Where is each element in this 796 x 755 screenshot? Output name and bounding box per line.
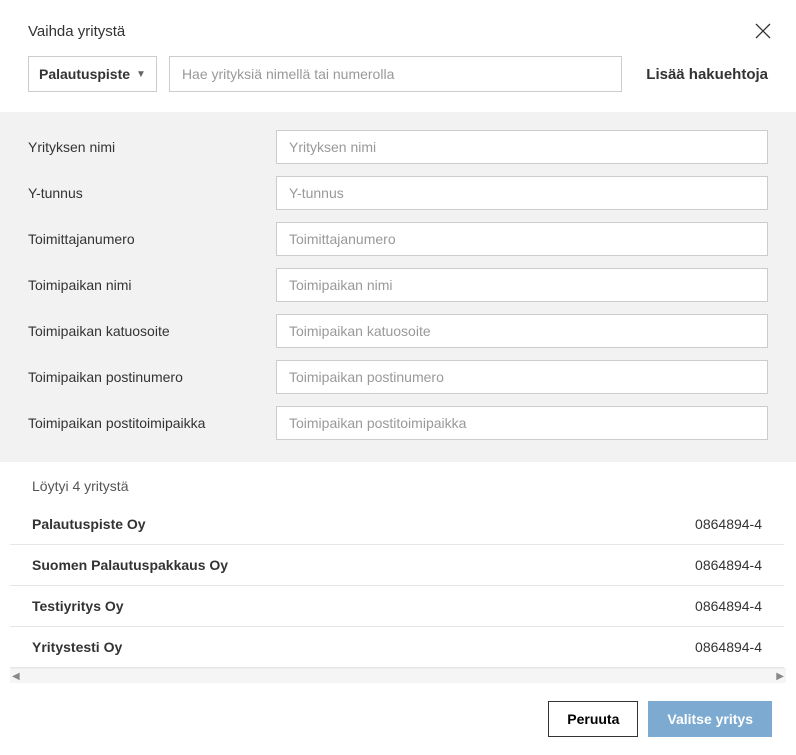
form-row: Toimipaikan postinumero	[28, 360, 768, 394]
business-id-label: Y-tunnus	[28, 185, 276, 201]
result-row[interactable]: Yritystesti Oy 0864894-4	[10, 627, 784, 668]
form-row: Toimipaikan katuosoite	[28, 314, 768, 348]
search-type-dropdown[interactable]: Palautuspiste ▼	[28, 56, 157, 92]
result-name: Suomen Palautuspakkaus Oy	[32, 557, 228, 573]
form-row: Y-tunnus	[28, 176, 768, 210]
business-id-field[interactable]	[276, 176, 768, 210]
location-address-field[interactable]	[276, 314, 768, 348]
location-postal-label: Toimipaikan postinumero	[28, 369, 276, 385]
search-input[interactable]	[169, 56, 622, 92]
location-name-label: Toimipaikan nimi	[28, 277, 276, 293]
result-name: Testiyritys Oy	[32, 598, 124, 614]
chevron-down-icon: ▼	[136, 69, 146, 80]
form-row: Toimipaikan postitoimipaikka	[28, 406, 768, 440]
location-city-label: Toimipaikan postitoimipaikka	[28, 415, 276, 431]
supplier-number-field[interactable]	[276, 222, 768, 256]
form-row: Toimittajanumero	[28, 222, 768, 256]
result-row[interactable]: Suomen Palautuspakkaus Oy 0864894-4	[10, 545, 784, 586]
company-name-field[interactable]	[276, 130, 768, 164]
result-row[interactable]: Testiyritys Oy 0864894-4	[10, 586, 784, 627]
dropdown-label: Palautuspiste	[39, 66, 130, 82]
result-id: 0864894-4	[695, 557, 762, 573]
location-postal-field[interactable]	[276, 360, 768, 394]
modal-header: Vaihda yritystä	[0, 0, 796, 56]
result-id: 0864894-4	[695, 598, 762, 614]
modal-title: Vaihda yritystä	[28, 23, 125, 40]
result-row[interactable]: Palautuspiste Oy 0864894-4	[10, 504, 784, 545]
location-city-field[interactable]	[276, 406, 768, 440]
advanced-search-form: Yrityksen nimi Y-tunnus Toimittajanumero…	[0, 112, 796, 462]
result-name: Palautuspiste Oy	[32, 516, 146, 532]
more-options-link[interactable]: Lisää hakuehtoja	[634, 66, 768, 83]
close-icon[interactable]	[754, 22, 772, 40]
cancel-button[interactable]: Peruuta	[548, 701, 638, 737]
location-name-field[interactable]	[276, 268, 768, 302]
supplier-number-label: Toimittajanumero	[28, 231, 276, 247]
search-bar: Palautuspiste ▼ Lisää hakuehtoja	[0, 56, 796, 112]
horizontal-scrollbar[interactable]: ◀ ▶	[10, 668, 786, 683]
result-name: Yritystesti Oy	[32, 639, 122, 655]
form-row: Yrityksen nimi	[28, 130, 768, 164]
results-scroll[interactable]: Löytyi 4 yritystä Palautuspiste Oy 08648…	[10, 478, 786, 668]
result-id: 0864894-4	[695, 516, 762, 532]
location-address-label: Toimipaikan katuosoite	[28, 323, 276, 339]
results-count: Löytyi 4 yritystä	[10, 478, 784, 504]
change-company-modal: Vaihda yritystä Palautuspiste ▼ Lisää ha…	[0, 0, 796, 722]
modal-footer: Peruuta Valitse yritys	[0, 683, 796, 755]
results-area: Löytyi 4 yritystä Palautuspiste Oy 08648…	[0, 462, 796, 683]
scroll-left-icon: ◀	[12, 671, 20, 682]
result-id: 0864894-4	[695, 639, 762, 655]
select-company-button[interactable]: Valitse yritys	[648, 701, 772, 737]
form-row: Toimipaikan nimi	[28, 268, 768, 302]
company-name-label: Yrityksen nimi	[28, 139, 276, 155]
scroll-right-icon: ▶	[776, 671, 784, 682]
